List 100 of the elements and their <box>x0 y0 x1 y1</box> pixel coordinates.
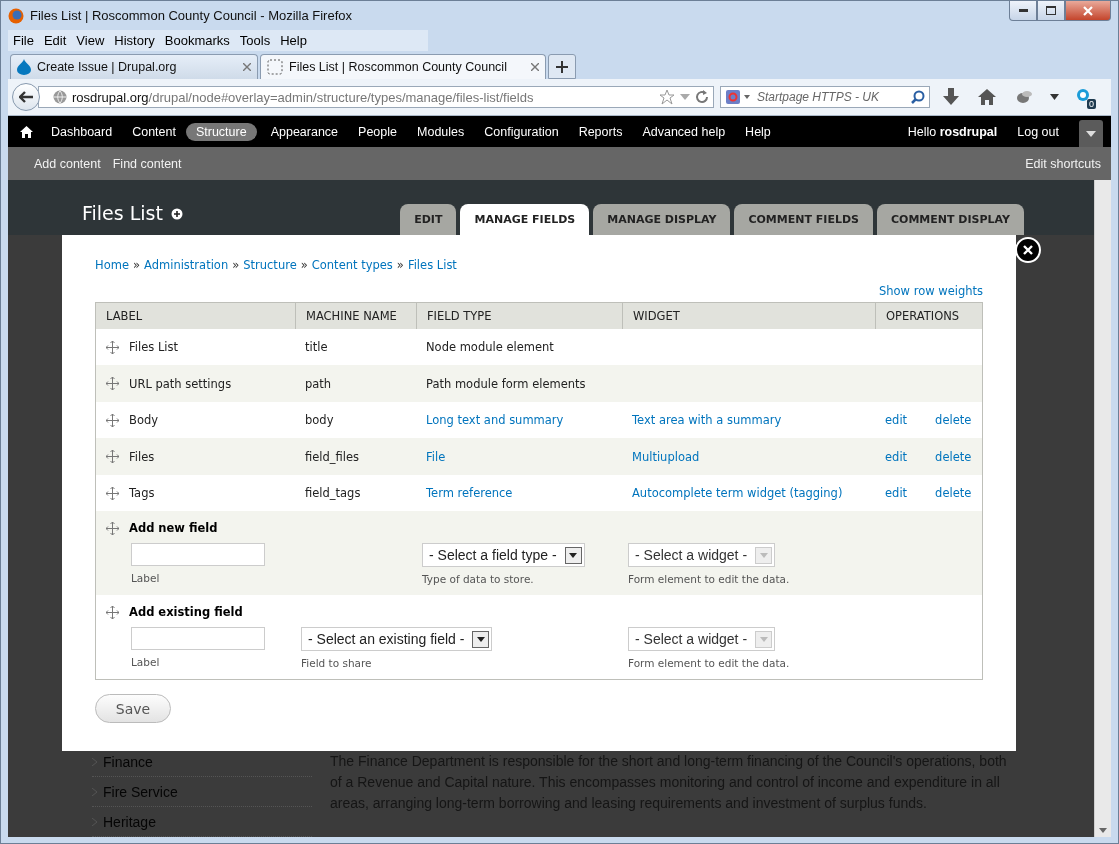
breadcrumb-link[interactable]: Files List <box>407 257 457 272</box>
caret-icon <box>1086 130 1096 137</box>
scroll-down-icon[interactable] <box>1099 828 1107 833</box>
home-icon <box>978 89 996 105</box>
breadcrumb-link[interactable]: Structure <box>243 257 297 272</box>
page-title: Files List <box>82 201 163 225</box>
addon-badge: 0 <box>1087 99 1096 109</box>
menu-item[interactable]: Edit <box>38 33 72 48</box>
table-cell-text: title <box>304 340 329 355</box>
operation-link[interactable]: delete <box>935 413 972 428</box>
caret-icon <box>759 552 768 558</box>
save-button[interactable]: Save <box>95 694 171 724</box>
scrollbar[interactable] <box>1094 180 1111 837</box>
table-cell: Files <box>129 449 155 464</box>
menu-item[interactable]: History <box>109 33 160 48</box>
table-cell-text: path <box>304 376 333 391</box>
label-input[interactable] <box>131 543 265 567</box>
field-type-link[interactable]: Long text and summary <box>426 413 564 428</box>
toolbar-link[interactable]: Advanced help <box>632 122 736 141</box>
close-icon[interactable] <box>531 63 539 71</box>
field-type-link[interactable]: Term reference <box>426 486 513 501</box>
operation-link[interactable]: edit <box>885 413 908 428</box>
search-field[interactable]: Startpage HTTPS - UK <box>720 86 930 108</box>
logout-link[interactable]: Log out <box>1007 122 1069 141</box>
widget-link[interactable]: Text area with a summary <box>632 413 782 428</box>
drag-handle-icon[interactable] <box>106 450 119 464</box>
select-field[interactable]: - Select a field type - <box>422 543 585 568</box>
page-tab[interactable]: MANAGE FIELDS <box>460 203 590 235</box>
widget-link[interactable]: Autocomplete term widget (tagging) <box>632 486 843 501</box>
search-engine-icon[interactable] <box>725 89 751 105</box>
label-input[interactable] <box>131 627 265 651</box>
operation-link[interactable]: edit <box>885 486 908 501</box>
operation-link[interactable]: delete <box>935 486 972 501</box>
caret-icon <box>569 552 578 558</box>
menu-item[interactable]: File <box>8 33 39 48</box>
page-tab[interactable]: COMMENT FIELDS <box>734 203 873 235</box>
back-button[interactable] <box>12 83 40 111</box>
toolbar-link[interactable]: Content <box>122 122 186 141</box>
operation-link[interactable]: edit <box>885 449 908 464</box>
toolbar-link[interactable]: Configuration <box>474 122 569 141</box>
select-field[interactable]: - Select an existing field - <box>301 627 493 652</box>
reload-icon[interactable] <box>695 90 709 104</box>
table-cell-text: field_tags <box>304 486 362 501</box>
minimize-button[interactable] <box>1009 1 1037 21</box>
breadcrumb-link[interactable]: Administration <box>144 257 229 272</box>
maximize-button[interactable] <box>1037 1 1065 21</box>
shortcut-link[interactable]: Add content <box>28 156 107 171</box>
address-field[interactable]: rosdrupal.org/drupal/node#overlay=admin/structure/types/manage/files-list/fields <box>38 86 714 108</box>
new-tab-button[interactable] <box>548 54 576 79</box>
menu-item[interactable]: View <box>71 33 110 48</box>
table-cell-text: body <box>304 413 335 428</box>
drag-handle-icon[interactable] <box>106 377 119 391</box>
breadcrumb-separator: » <box>300 257 308 272</box>
toolbar-link[interactable]: Appearance <box>260 122 349 141</box>
search-icon[interactable] <box>911 90 925 104</box>
row-title: Add new field <box>129 521 218 536</box>
page-tab[interactable]: EDIT <box>400 203 457 235</box>
table-cell: Tags <box>129 486 155 501</box>
drag-handle-icon[interactable] <box>106 340 119 354</box>
browser-tab[interactable]: Create Issue | Drupal.org <box>10 54 258 79</box>
breadcrumb-link[interactable]: Content types <box>311 257 393 272</box>
drag-handle-icon[interactable] <box>106 486 119 500</box>
page-tab[interactable]: COMMENT DISPLAY <box>877 203 1024 235</box>
breadcrumb-separator: » <box>132 257 140 272</box>
blank-page-icon <box>267 59 283 75</box>
toolbar-link[interactable]: People <box>348 122 407 141</box>
toolbar-link[interactable]: Help <box>735 122 781 141</box>
plus-icon <box>556 60 568 73</box>
close-icon[interactable] <box>243 63 251 71</box>
browser-tab[interactable]: Files List | Roscommon County Council <box>260 54 546 79</box>
home-icon[interactable] <box>20 125 33 138</box>
drag-handle-icon[interactable] <box>106 521 119 535</box>
field-hint: Form element to edit the data. <box>628 657 791 670</box>
toolbar-link[interactable]: Structure <box>185 122 257 141</box>
dropdown-icon[interactable] <box>680 93 690 101</box>
breadcrumb-separator: » <box>232 257 240 272</box>
breadcrumb-link[interactable]: Home <box>95 257 129 272</box>
menu-item[interactable]: Help <box>275 33 312 48</box>
shortcuts-toggle-button[interactable] <box>1079 120 1103 147</box>
show-row-weights-link[interactable]: Show row weights <box>878 283 983 298</box>
field-hint: Label <box>131 572 161 585</box>
drag-handle-icon[interactable] <box>106 605 119 619</box>
page-tab[interactable]: MANAGE DISPLAY <box>593 203 731 235</box>
menu-item[interactable]: Bookmarks <box>159 33 235 48</box>
toolbar-link[interactable]: Dashboard <box>41 122 123 141</box>
table-cell: URL path settings <box>129 376 232 391</box>
menu-item[interactable]: Tools <box>234 33 276 48</box>
toolbar-link[interactable]: Reports <box>568 122 633 141</box>
column-header: OPERATIONS <box>875 302 982 329</box>
operation-link[interactable]: delete <box>935 449 972 464</box>
add-shortcut-icon[interactable] <box>170 208 183 221</box>
row-title: Add existing field <box>129 605 243 620</box>
addon-button[interactable]: 0 <box>1070 85 1096 109</box>
widget-link[interactable]: Multiupload <box>632 449 700 464</box>
toolbar-link[interactable]: Modules <box>407 122 475 141</box>
edit-shortcuts-link[interactable]: Edit shortcuts <box>1025 156 1101 171</box>
field-type-link[interactable]: File <box>426 449 446 464</box>
star-icon[interactable] <box>659 89 675 105</box>
shortcut-link[interactable]: Find content <box>106 156 188 171</box>
drag-handle-icon[interactable] <box>106 413 119 427</box>
